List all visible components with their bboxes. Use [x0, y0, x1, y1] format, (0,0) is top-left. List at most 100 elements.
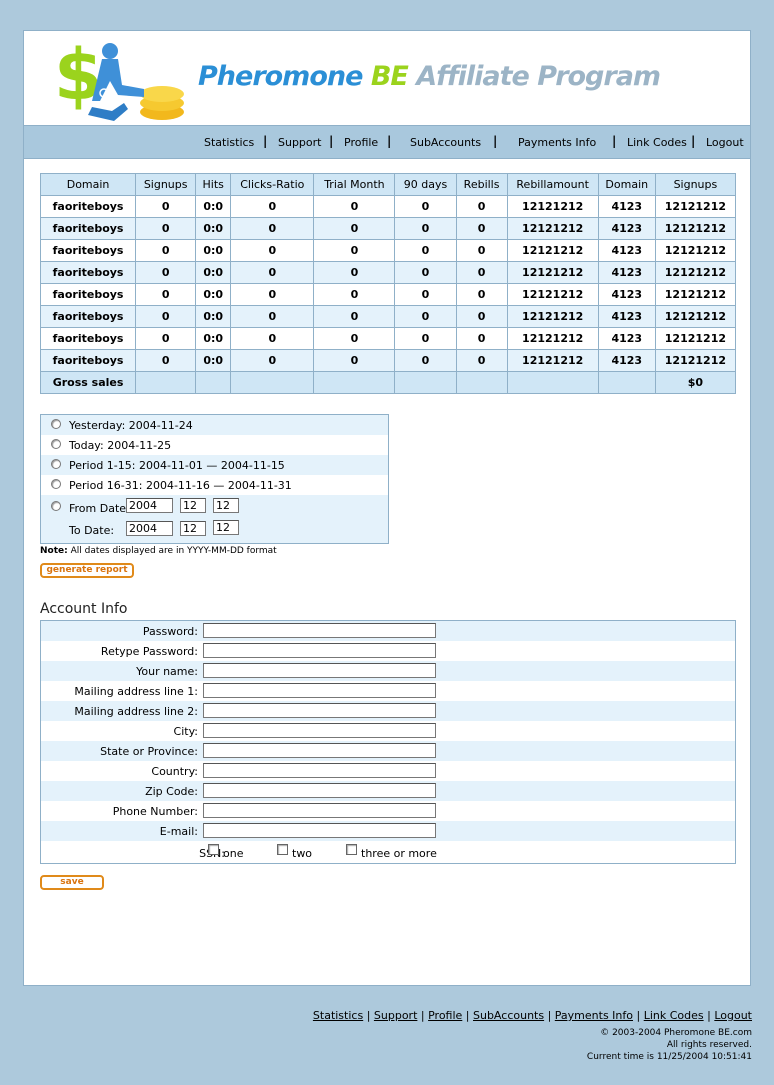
- save-button[interactable]: save: [40, 875, 104, 890]
- empty-cell: [195, 371, 232, 394]
- radio-period-16-31[interactable]: [51, 479, 61, 489]
- table-cell: 0: [455, 327, 508, 350]
- table-cell: 12121212: [506, 195, 599, 218]
- table-row: faoriteboys 0 0:0 0 0 0 0 12121212 4123 12121212: [39, 195, 737, 218]
- from-year-input[interactable]: [126, 498, 173, 513]
- note-bold: Note:: [40, 546, 68, 556]
- radio-today[interactable]: [51, 439, 61, 449]
- radio-yesterday[interactable]: [51, 419, 61, 429]
- period-label-today: Today: 2004-11-25: [69, 439, 172, 452]
- to-date-label: To Date:: [69, 524, 115, 537]
- city-label: City:: [173, 725, 198, 738]
- col-header-trial-month: Trial Month: [313, 173, 396, 196]
- table-cell: faoriteboys: [39, 239, 137, 262]
- table-cell: 0: [455, 195, 508, 218]
- table-cell: 0:0: [195, 327, 232, 350]
- footer-link-statistics[interactable]: Statistics: [313, 1009, 363, 1022]
- from-month-input[interactable]: [180, 498, 206, 513]
- period-label-yesterday: Yesterday: 2004-11-24: [69, 419, 193, 432]
- brand-title: Pheromone BE Affiliate Program: [198, 61, 661, 92]
- nav-support[interactable]: Support: [278, 136, 321, 149]
- table-cell: 0: [135, 305, 197, 328]
- phone-field[interactable]: [203, 803, 436, 818]
- ssn-checkbox-three-or-more[interactable]: [346, 844, 357, 855]
- footer-link-support[interactable]: Support: [374, 1009, 417, 1022]
- col-header-rebillamount: Rebillamount: [506, 173, 599, 196]
- nav-link-codes[interactable]: Link Codes: [627, 136, 687, 149]
- ssn-checkbox-two[interactable]: [277, 844, 288, 855]
- svg-text:$: $: [54, 37, 103, 116]
- rights-text: All rights reserved.: [666, 1040, 752, 1050]
- nav-profile[interactable]: Profile: [344, 136, 378, 149]
- table-row: faoriteboys 0 0:0 0 0 0 0 12121212 4123 12121212: [39, 305, 737, 328]
- brand-part-1: Pheromone: [198, 61, 371, 92]
- to-year-input[interactable]: [126, 521, 173, 536]
- footer-link-link-codes[interactable]: Link Codes: [644, 1009, 704, 1022]
- form-row-state: State or Province:: [41, 741, 735, 761]
- email-field[interactable]: [203, 823, 436, 838]
- table-cell: faoriteboys: [39, 327, 137, 350]
- city-field[interactable]: [203, 723, 436, 738]
- table-cell: 0: [135, 349, 197, 372]
- table-cell: faoriteboys: [39, 283, 137, 306]
- table-cell: 0:0: [195, 239, 232, 262]
- nav-subaccounts[interactable]: SubAccounts: [410, 136, 481, 149]
- password-field[interactable]: [203, 623, 436, 638]
- from-day-input[interactable]: [213, 498, 239, 513]
- table-cell: 0: [230, 349, 315, 372]
- radio-period-1-15[interactable]: [51, 459, 61, 469]
- country-field[interactable]: [203, 763, 436, 778]
- table-cell: 12121212: [506, 239, 599, 262]
- col-header-rebills: Rebills: [455, 173, 508, 196]
- state-field[interactable]: [203, 743, 436, 758]
- table-row: faoriteboys 0 0:0 0 0 0 0 12121212 4123 12121212: [39, 239, 737, 262]
- date-format-note: Note: All dates displayed are in YYYY-MM…: [40, 546, 277, 556]
- generate-report-button[interactable]: generate report: [40, 563, 134, 578]
- table-header-row: Domain Signups Hits Clicks-Ratio Trial M…: [39, 173, 737, 196]
- col-header-clicks-ratio: Clicks-Ratio: [230, 173, 315, 196]
- form-row-zip: Zip Code:: [41, 781, 735, 801]
- table-cell: 4123: [597, 261, 656, 284]
- table-row: faoriteboys 0 0:0 0 0 0 0 12121212 4123 12121212: [39, 217, 737, 240]
- name-field[interactable]: [203, 663, 436, 678]
- nav-separator: |: [691, 134, 696, 148]
- to-month-input[interactable]: [180, 521, 206, 536]
- col-header-signups: Signups: [135, 173, 197, 196]
- ssn-checkbox-one[interactable]: [208, 844, 219, 855]
- table-cell: faoriteboys: [39, 349, 137, 372]
- table-cell: 0: [135, 195, 197, 218]
- nav-payments-info[interactable]: Payments Info: [518, 136, 596, 149]
- form-row-country: Country:: [41, 761, 735, 781]
- retype-password-field[interactable]: [203, 643, 436, 658]
- footer-link-subaccounts[interactable]: SubAccounts: [473, 1009, 544, 1022]
- brand-part-2: BE: [370, 61, 409, 92]
- address-2-label: Mailing address line 2:: [74, 705, 198, 718]
- main-panel: $ Pheromone BE Affiliate Program Statist…: [23, 30, 751, 986]
- period-option-16-31: Period 16-31: 2004-11-16 — 2004-11-31: [41, 475, 388, 495]
- ssn-option-two: two: [292, 847, 313, 860]
- form-row-ssn: SSN: one two three or more: [41, 841, 735, 863]
- account-info-title: Account Info: [40, 601, 128, 617]
- footer-link-logout[interactable]: Logout: [714, 1009, 752, 1022]
- nav-logout[interactable]: Logout: [706, 136, 744, 149]
- empty-cell: [230, 371, 315, 394]
- zip-field[interactable]: [203, 783, 436, 798]
- note-text: All dates displayed are in YYYY-MM-DD fo…: [67, 546, 277, 556]
- address-2-field[interactable]: [203, 703, 436, 718]
- table-cell: 12121212: [654, 283, 737, 306]
- footer-link-profile[interactable]: Profile: [428, 1009, 462, 1022]
- logo-icon: $: [54, 37, 184, 121]
- address-1-field[interactable]: [203, 683, 436, 698]
- col-header-domain-2: Domain: [597, 173, 656, 196]
- table-cell: 0: [455, 239, 508, 262]
- phone-label: Phone Number:: [112, 805, 198, 818]
- footer-link-payments-info[interactable]: Payments Info: [555, 1009, 633, 1022]
- gross-sales-label: Gross sales: [39, 371, 137, 394]
- table-cell: 0: [394, 239, 457, 262]
- table-cell: 0: [313, 217, 396, 240]
- to-day-input[interactable]: [213, 520, 239, 535]
- name-label: Your name:: [136, 665, 198, 678]
- nav-statistics[interactable]: Statistics: [204, 136, 254, 149]
- empty-cell: [455, 371, 508, 394]
- radio-custom-range[interactable]: [51, 501, 61, 511]
